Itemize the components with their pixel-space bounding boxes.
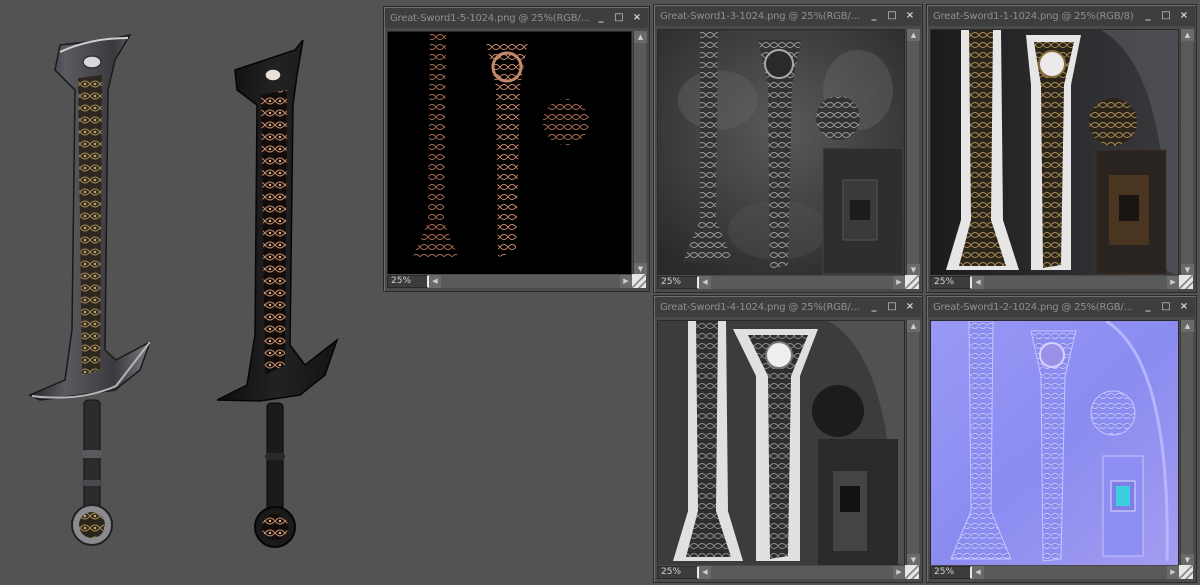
horizontal-scrollbar[interactable]: ◀ ▶ (429, 274, 632, 288)
maximize-icon[interactable]: □ (1159, 301, 1173, 314)
vertical-scrollbar[interactable]: ▲ ▼ (1180, 29, 1194, 276)
window-title: Great-Sword1-3-1024.png @ 25%(RGB/... (660, 10, 860, 22)
window-title-bar[interactable]: Great-Sword1-1-1024.png @ 25%(RGB/8) _ □… (928, 6, 1195, 26)
window-status-bar: 25% ◀ ▶ (930, 275, 1193, 289)
maximize-icon[interactable]: □ (612, 12, 626, 25)
arrow-right-icon[interactable]: ▶ (620, 274, 632, 288)
document-window[interactable]: Great-Sword1-4-1024.png @ 25%(RGB/... _ … (653, 295, 923, 583)
resize-grip-icon[interactable] (632, 274, 646, 288)
vertical-scrollbar[interactable]: ▲ ▼ (1180, 320, 1194, 566)
window-title-bar[interactable]: Great-Sword1-5-1024.png @ 25%(RGB/... _ … (385, 8, 648, 28)
horizontal-scrollbar[interactable]: ◀ ▶ (972, 275, 1179, 289)
sword-model-dark (216, 39, 339, 548)
arrow-left-icon[interactable]: ◀ (429, 274, 441, 288)
arrow-up-icon[interactable]: ▲ (907, 320, 920, 332)
document-window[interactable]: Great-Sword1-1-1024.png @ 25%(RGB/8) _ □… (926, 4, 1197, 293)
arrow-right-icon[interactable]: ▶ (1167, 275, 1179, 289)
3d-viewport[interactable] (0, 0, 380, 585)
window-title-bar[interactable]: Great-Sword1-4-1024.png @ 25%(RGB/... _ … (655, 297, 921, 317)
arrow-left-icon[interactable]: ◀ (972, 565, 984, 579)
window-status-bar: 25% ◀ ▶ (657, 275, 919, 289)
normal-map-texture-image (931, 321, 1178, 565)
close-icon[interactable]: × (903, 301, 917, 314)
resize-grip-icon[interactable] (1179, 275, 1193, 289)
zoom-level-field[interactable]: 25% (930, 275, 972, 289)
zoom-level-field[interactable]: 25% (387, 274, 429, 288)
diffuse-texture-image (931, 30, 1178, 275)
document-window[interactable]: Great-Sword1-2-1024.png @ 25%(RGB/... _ … (926, 295, 1197, 583)
arrow-right-icon[interactable]: ▶ (893, 275, 905, 289)
window-title-bar[interactable]: Great-Sword1-2-1024.png @ 25%(RGB/... _ … (928, 297, 1195, 317)
horizontal-scrollbar[interactable]: ◀ ▶ (972, 565, 1179, 579)
emissive-texture-image (388, 32, 631, 274)
vertical-scrollbar[interactable]: ▲ ▼ (633, 31, 647, 275)
maximize-icon[interactable]: □ (885, 301, 899, 314)
close-icon[interactable]: × (903, 10, 917, 23)
close-icon[interactable]: × (1177, 301, 1191, 314)
window-title: Great-Sword1-1-1024.png @ 25%(RGB/8) (933, 10, 1134, 22)
arrow-up-icon[interactable]: ▲ (634, 31, 647, 43)
window-status-bar: 25% ◀ ▶ (387, 274, 646, 288)
horizontal-scrollbar[interactable]: ◀ ▶ (699, 565, 905, 579)
minimize-icon[interactable]: _ (594, 12, 608, 25)
arrow-right-icon[interactable]: ▶ (1167, 565, 1179, 579)
arrow-left-icon[interactable]: ◀ (699, 275, 711, 289)
document-window[interactable]: Great-Sword1-3-1024.png @ 25%(RGB/... _ … (653, 4, 923, 293)
texture-canvas[interactable] (387, 31, 632, 275)
arrow-left-icon[interactable]: ◀ (699, 565, 711, 579)
maximize-icon[interactable]: □ (1159, 10, 1173, 23)
arrow-up-icon[interactable]: ▲ (907, 29, 920, 41)
vertical-scrollbar[interactable]: ▲ ▼ (906, 29, 920, 276)
texture-canvas[interactable] (657, 29, 905, 276)
specular-texture-image (658, 321, 904, 565)
minimize-icon[interactable]: _ (1141, 301, 1155, 314)
resize-grip-icon[interactable] (905, 565, 919, 579)
zoom-level-field[interactable]: 25% (930, 565, 972, 579)
maximize-icon[interactable]: □ (885, 10, 899, 23)
zoom-level-field[interactable]: 25% (657, 275, 699, 289)
horizontal-scrollbar[interactable]: ◀ ▶ (699, 275, 905, 289)
document-window[interactable]: Great-Sword1-5-1024.png @ 25%(RGB/... _ … (383, 6, 650, 292)
window-title: Great-Sword1-5-1024.png @ 25%(RGB/... (390, 12, 590, 24)
close-icon[interactable]: × (630, 12, 644, 25)
minimize-icon[interactable]: _ (867, 10, 881, 23)
window-title-bar[interactable]: Great-Sword1-3-1024.png @ 25%(RGB/... _ … (655, 6, 921, 26)
vertical-scrollbar[interactable]: ▲ ▼ (906, 320, 920, 566)
texture-canvas[interactable] (930, 29, 1179, 276)
resize-grip-icon[interactable] (1179, 565, 1193, 579)
arrow-up-icon[interactable]: ▲ (1181, 29, 1194, 41)
window-status-bar: 25% ◀ ▶ (657, 565, 919, 579)
window-title: Great-Sword1-4-1024.png @ 25%(RGB/... (660, 301, 860, 313)
close-icon[interactable]: × (1177, 10, 1191, 23)
sword-model-textured (28, 33, 152, 546)
minimize-icon[interactable]: _ (867, 301, 881, 314)
arrow-right-icon[interactable]: ▶ (893, 565, 905, 579)
minimize-icon[interactable]: _ (1141, 10, 1155, 23)
texture-canvas[interactable] (930, 320, 1179, 566)
arrow-left-icon[interactable]: ◀ (972, 275, 984, 289)
window-status-bar: 25% ◀ ▶ (930, 565, 1193, 579)
zoom-level-field[interactable]: 25% (657, 565, 699, 579)
window-title: Great-Sword1-2-1024.png @ 25%(RGB/... (933, 301, 1133, 313)
arrow-up-icon[interactable]: ▲ (1181, 320, 1194, 332)
texture-canvas[interactable] (657, 320, 905, 566)
resize-grip-icon[interactable] (905, 275, 919, 289)
gloss-texture-image (658, 30, 904, 275)
